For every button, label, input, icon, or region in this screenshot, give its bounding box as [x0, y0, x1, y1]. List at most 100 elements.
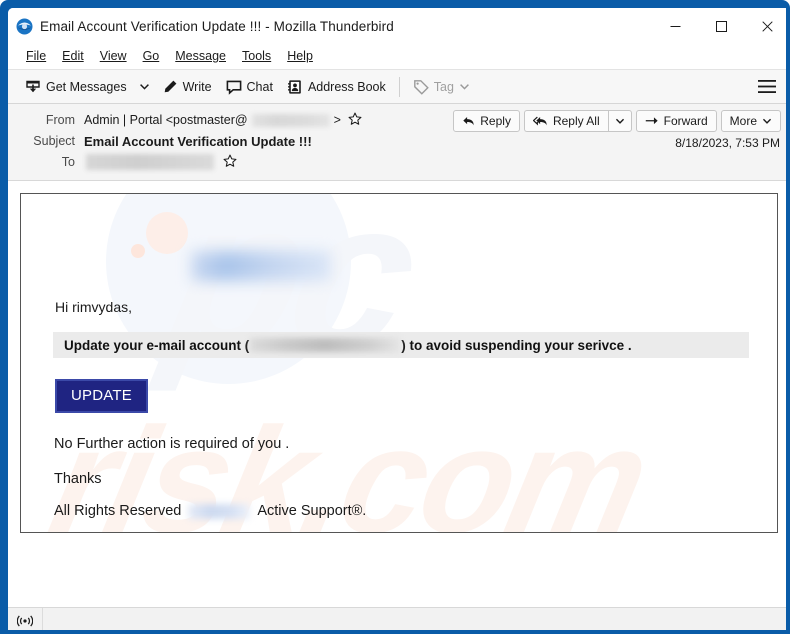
email-footer: All Rights Reserved Active Support®.: [54, 503, 366, 519]
to-label: To: [61, 155, 75, 169]
close-button[interactable]: [744, 8, 786, 44]
forward-label: Forward: [663, 114, 708, 128]
sender-logo-redacted: [191, 251, 331, 281]
app-menu-button[interactable]: [750, 75, 784, 98]
get-messages-dropdown[interactable]: [134, 78, 155, 95]
from-address-close: >: [333, 113, 341, 127]
reply-button[interactable]: Reply: [453, 110, 520, 132]
email-line-no-action: No Further action is required of you .: [54, 436, 290, 452]
minimize-icon: [670, 25, 680, 27]
menu-help-label: Help: [287, 49, 313, 63]
footer-brand-redacted: [188, 503, 251, 519]
more-button[interactable]: More: [720, 110, 781, 132]
email-line-thanks: Thanks: [54, 471, 102, 487]
to-row: To: [18, 152, 780, 172]
address-book-label: Address Book: [307, 79, 386, 94]
forward-button[interactable]: Forward: [635, 110, 717, 132]
chevron-down-icon: [615, 118, 624, 124]
chat-bubble-icon: [226, 80, 241, 95]
watermark-pc: pc: [151, 193, 431, 392]
reply-label: Reply: [480, 114, 511, 128]
highlight-text: Update your e-mail account ( ) to avoid …: [64, 338, 632, 353]
menu-tools[interactable]: Tools: [234, 47, 279, 65]
watermark-dot-large: [146, 212, 188, 254]
watermark-dot-small-left: [131, 244, 145, 258]
chevron-down-icon: [139, 84, 149, 90]
highlight-suffix: ) to avoid suspending your serivce .: [401, 337, 632, 353]
to-value: [84, 154, 237, 171]
chevron-down-icon: [459, 84, 469, 90]
update-cta-button[interactable]: UPDATE: [55, 379, 148, 413]
reply-all-arrow-icon: [532, 116, 547, 125]
highlight-prefix: Update your e-mail account (: [64, 337, 250, 353]
write-label: Write: [182, 79, 212, 94]
reply-all-group: Reply All: [523, 110, 632, 132]
window-controls: [652, 8, 786, 44]
minimize-button[interactable]: [652, 8, 698, 44]
menu-message[interactable]: Message: [167, 47, 234, 65]
toolbar-separator: [398, 76, 400, 97]
main-toolbar: Get Messages Write Chat Address Book Tag: [8, 69, 786, 104]
write-button[interactable]: Write: [155, 76, 219, 98]
menu-file-label: File: [26, 49, 47, 63]
subject-label: Subject: [33, 134, 75, 148]
add-sender-star-icon[interactable]: [348, 112, 362, 129]
close-icon: [761, 20, 773, 32]
account-email-redacted: [250, 338, 401, 352]
menu-file[interactable]: File: [18, 47, 54, 65]
reply-arrow-icon: [463, 116, 474, 125]
menu-message-label: Message: [175, 49, 226, 63]
hamburger-icon: [758, 80, 776, 93]
tag-button[interactable]: Tag: [406, 76, 477, 98]
message-date: 8/18/2023, 7:53 PM: [675, 136, 780, 150]
menu-view[interactable]: View: [92, 47, 135, 65]
chevron-down-icon: [762, 118, 772, 124]
reply-all-label: Reply All: [552, 114, 600, 128]
from-address-text: Admin | Portal <postmaster@: [84, 113, 248, 127]
menu-edit-label: Edit: [62, 49, 84, 63]
thunderbird-window: Email Account Verification Update !!! - …: [0, 0, 790, 634]
menu-go[interactable]: Go: [135, 47, 168, 65]
status-bar: [8, 607, 786, 630]
tag-label: Tag: [433, 79, 454, 94]
get-messages-icon: [26, 80, 40, 92]
online-status-icon: [17, 615, 33, 627]
title-bar: Email Account Verification Update !!! - …: [8, 8, 786, 44]
footer-suffix: Active Support®.: [257, 503, 367, 519]
forward-arrow-icon: [645, 116, 658, 124]
menu-help[interactable]: Help: [279, 47, 321, 65]
pencil-icon: [164, 80, 176, 92]
message-header: From Admin | Portal <postmaster@ > Subje…: [8, 104, 786, 181]
subject-value: Email Account Verification Update !!!: [84, 133, 312, 149]
chat-button[interactable]: Chat: [219, 76, 280, 98]
thunderbird-icon: [16, 18, 33, 35]
from-value: Admin | Portal <postmaster@ >: [84, 112, 362, 129]
reply-all-button[interactable]: Reply All: [523, 110, 608, 132]
menu-view-label: View: [99, 49, 127, 63]
get-messages-button[interactable]: Get Messages: [18, 76, 134, 98]
online-status-button[interactable]: [8, 608, 43, 630]
maximize-button[interactable]: [698, 8, 744, 44]
more-label: More: [729, 114, 757, 128]
get-messages-label: Get Messages: [46, 79, 127, 94]
from-label: From: [45, 113, 75, 127]
email-greeting: Hi rimvydas,: [55, 299, 133, 315]
subject-row: Subject Email Account Verification Updat…: [18, 131, 780, 151]
menu-bar: File Edit View Go Message Tools Help: [8, 44, 786, 69]
to-address-redacted: [86, 154, 214, 170]
window-title: Email Account Verification Update !!! - …: [40, 18, 394, 34]
footer-prefix: All Rights Reserved: [54, 503, 182, 519]
add-recipient-star-icon[interactable]: [223, 154, 237, 171]
message-body-pane: pc risk.com Hi rimvydas, Update your e-m…: [8, 181, 786, 607]
email-highlight-line: Update your e-mail account ( ) to avoid …: [53, 332, 749, 358]
address-book-button[interactable]: Address Book: [280, 76, 393, 98]
chat-label: Chat: [246, 79, 273, 94]
reply-all-dropdown[interactable]: [607, 110, 632, 132]
tag-icon: [413, 79, 429, 95]
menu-tools-label: Tools: [242, 49, 272, 63]
email-content-frame: pc risk.com Hi rimvydas, Update your e-m…: [20, 193, 778, 533]
message-actions: Reply Reply All Forward More: [453, 110, 781, 132]
address-book-icon: [287, 79, 301, 94]
menu-go-label: Go: [142, 49, 160, 63]
menu-edit[interactable]: Edit: [54, 47, 92, 65]
